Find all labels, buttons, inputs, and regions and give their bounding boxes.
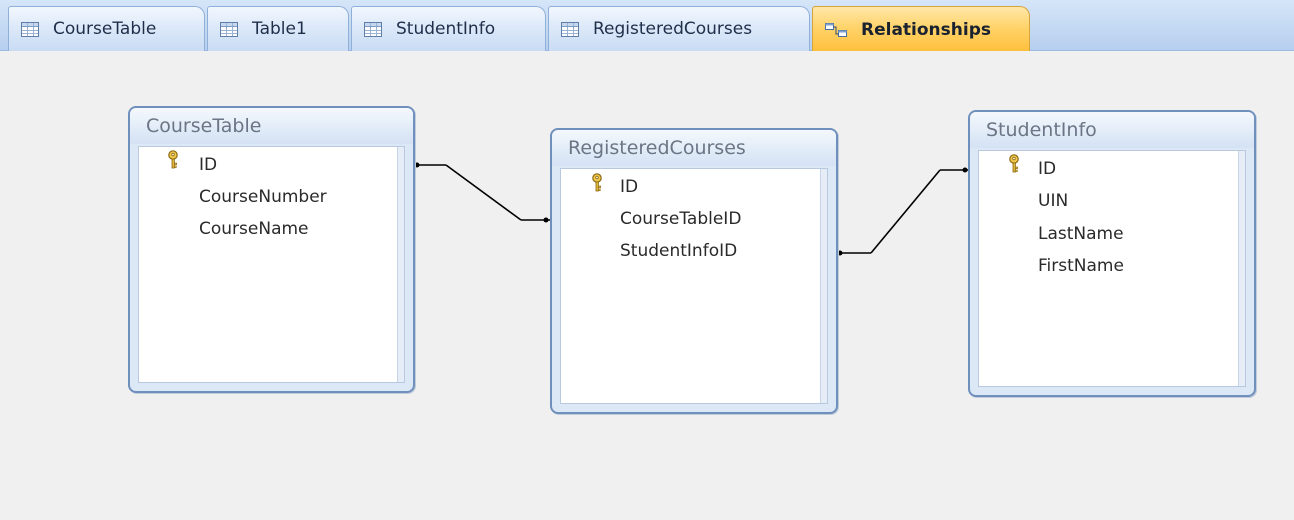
tab-table1[interactable]: Table1 — [207, 6, 349, 51]
table-icon — [21, 21, 39, 37]
tab-studentinfo[interactable]: StudentInfo — [351, 6, 546, 51]
field-course-id[interactable]: ID — [199, 155, 217, 175]
field-list-scrollbar[interactable] — [820, 169, 827, 403]
tab-label: StudentInfo — [396, 19, 496, 39]
field-list-title[interactable]: RegisteredCourses — [552, 130, 836, 166]
field-list-title[interactable]: CourseTable — [130, 108, 413, 144]
tab-label: RegisteredCourses — [593, 19, 753, 39]
field-student-id[interactable]: ID — [1038, 159, 1056, 179]
table-icon — [364, 21, 382, 37]
primary-key-icon — [168, 150, 178, 169]
tab-label: Relationships — [861, 19, 991, 40]
field-list-title[interactable]: StudentInfo — [970, 112, 1254, 148]
document-tab-bar: CourseTable Table1 StudentInfo Registere… — [0, 0, 1294, 52]
field-coursetableid[interactable]: CourseTableID — [620, 209, 741, 229]
field-list-body — [560, 168, 828, 404]
field-list-scrollbar[interactable] — [397, 147, 404, 382]
field-uin[interactable]: UIN — [1038, 191, 1068, 211]
field-list-registeredcourses[interactable]: RegisteredCourses — [550, 128, 838, 414]
tab-label: CourseTable — [53, 19, 157, 39]
field-coursenumber[interactable]: CourseNumber — [199, 187, 327, 207]
tab-relationships[interactable]: Relationships — [812, 6, 1030, 52]
relationships-icon — [825, 22, 847, 37]
tab-label: Table1 — [252, 19, 307, 39]
field-list-body — [138, 146, 405, 383]
table-icon — [561, 21, 579, 37]
field-list-scrollbar[interactable] — [1238, 151, 1245, 386]
field-lastname[interactable]: LastName — [1038, 224, 1124, 244]
tab-coursetable[interactable]: CourseTable — [8, 6, 205, 51]
field-coursename[interactable]: CourseName — [199, 219, 309, 239]
field-registered-id[interactable]: ID — [620, 177, 638, 197]
primary-key-icon — [1009, 154, 1019, 173]
field-firstname[interactable]: FirstName — [1038, 256, 1124, 276]
field-studentinfoid[interactable]: StudentInfoID — [620, 241, 737, 261]
access-window: CourseTable Table1 StudentInfo Registere… — [0, 0, 1294, 520]
table-icon — [220, 21, 238, 37]
tab-registeredcourses[interactable]: RegisteredCourses — [548, 6, 810, 51]
primary-key-icon — [592, 173, 602, 192]
